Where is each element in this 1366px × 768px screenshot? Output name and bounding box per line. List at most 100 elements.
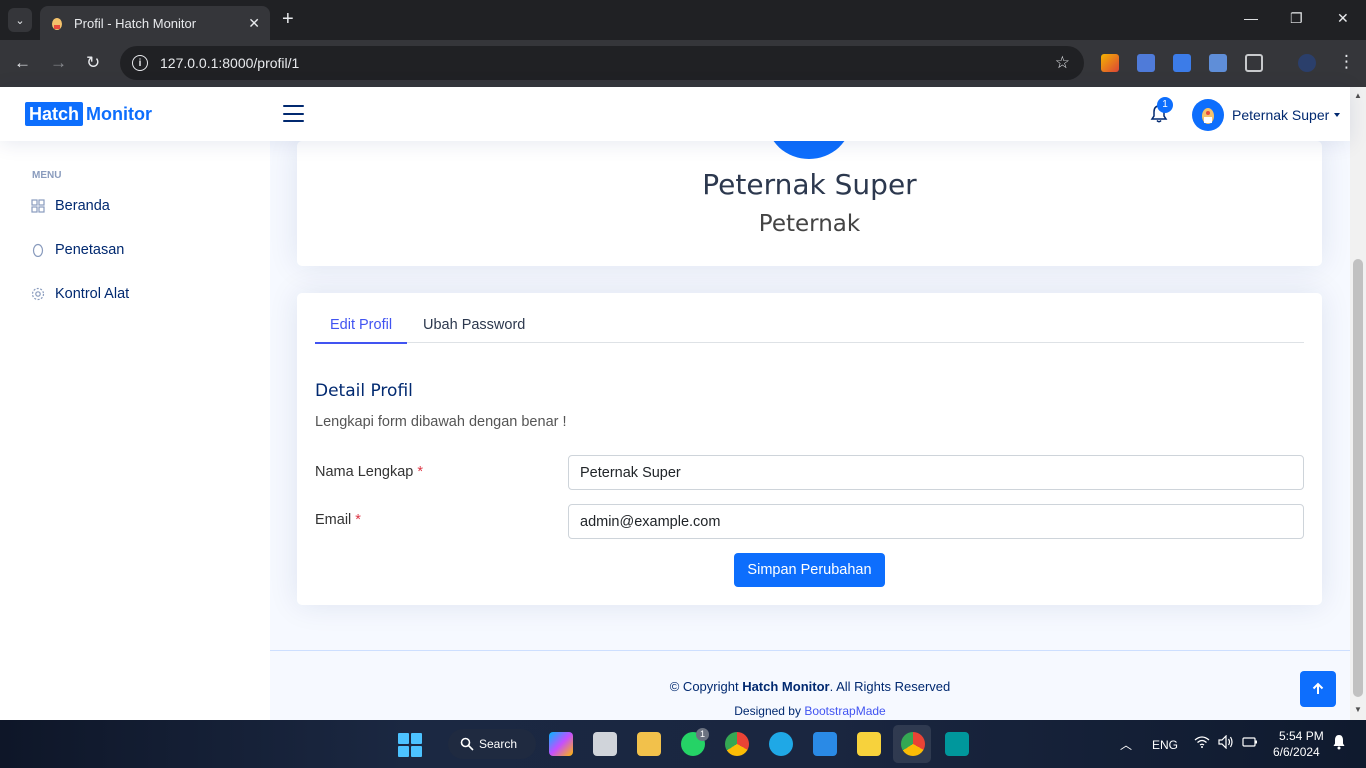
windows-taskbar: Search 1 ︿ ENG 5:54 PM 6/6/2024 — [0, 720, 1366, 768]
new-tab-button[interactable]: + — [282, 9, 294, 29]
main-content: Peternak Super Peternak Edit Profil Ubah… — [270, 141, 1350, 720]
extension-docs-icon[interactable] — [1173, 54, 1191, 72]
vscode-icon[interactable] — [813, 732, 837, 756]
task-view-icon[interactable] — [593, 732, 617, 756]
window-close-icon[interactable]: ✕ — [1337, 10, 1349, 27]
egg-icon — [31, 243, 45, 257]
bookmark-star-icon[interactable]: ☆ — [1055, 53, 1070, 73]
browser-tab-active[interactable]: Profil - Hatch Monitor ✕ — [40, 6, 270, 40]
site-info-icon[interactable]: i — [132, 55, 148, 71]
field-label-text: Nama Lengkap — [315, 464, 414, 480]
edge-icon[interactable] — [769, 732, 793, 756]
page-scrollbar[interactable]: ▲ ▼ — [1350, 87, 1366, 720]
required-mark: * — [417, 464, 424, 480]
browser-tabbar: ⌄ Profil - Hatch Monitor ✕ + — ❐ ✕ — [0, 0, 1366, 40]
extension-pen-icon[interactable] — [1101, 54, 1119, 72]
arrow-up-icon — [1312, 682, 1324, 694]
sidebar-item-label: Beranda — [55, 198, 110, 214]
arduino-icon[interactable] — [945, 732, 969, 756]
copyright-text: © Copyright Hatch Monitor. All Rights Re… — [270, 679, 1350, 694]
browser-profile-icon[interactable] — [1298, 54, 1316, 72]
scrollbar-thumb[interactable] — [1353, 259, 1363, 697]
chrome-icon[interactable] — [725, 732, 749, 756]
profile-role: Peternak — [758, 211, 861, 237]
grid-icon — [31, 199, 45, 213]
notification-center-icon[interactable] — [1332, 734, 1346, 753]
scroll-up-icon[interactable]: ▲ — [1354, 91, 1362, 100]
clock-date[interactable]: 6/6/2024 — [1273, 745, 1320, 759]
browser-toolbar: ← → ↻ i 127.0.0.1:8000/profil/1 ☆ ⋮ — [0, 40, 1366, 87]
language-indicator[interactable]: ENG — [1152, 738, 1178, 752]
sidebar-item-kontrol-alat[interactable]: Kontrol Alat — [31, 286, 129, 302]
copyright-suffix: . All Rights Reserved — [829, 679, 951, 694]
back-to-top-button[interactable] — [1300, 671, 1336, 707]
scroll-down-icon[interactable]: ▼ — [1354, 705, 1362, 714]
tab-title: Profil - Hatch Monitor — [74, 15, 197, 31]
sidebar: MENU Beranda Penetasan Kontrol Alat — [0, 141, 270, 720]
profile-tabs: Edit Profil Ubah Password — [315, 313, 1304, 344]
site-favicon-icon — [50, 16, 64, 30]
email-input[interactable] — [568, 504, 1304, 539]
tray-chevron-up-icon[interactable]: ︿ — [1120, 736, 1132, 753]
url-text: 127.0.0.1:8000/profil/1 — [160, 55, 300, 71]
reload-icon[interactable]: ↻ — [86, 53, 100, 73]
search-icon — [460, 737, 474, 751]
chevron-down-icon — [1334, 113, 1341, 117]
address-bar[interactable]: i 127.0.0.1:8000/profil/1 ☆ — [120, 46, 1084, 80]
tab-edit-profil[interactable]: Edit Profil — [315, 313, 408, 344]
wifi-icon[interactable] — [1194, 736, 1210, 751]
back-icon[interactable]: ← — [14, 53, 31, 73]
copilot-icon[interactable] — [549, 732, 573, 756]
extensions-puzzle-icon[interactable] — [1245, 54, 1263, 72]
nama-lengkap-input[interactable] — [568, 455, 1304, 490]
tab-ubah-password[interactable]: Ubah Password — [408, 313, 540, 344]
search-label: Search — [479, 737, 518, 751]
browser-menu-icon[interactable]: ⋮ — [1338, 52, 1355, 72]
chrome-profile-icon[interactable] — [901, 732, 925, 756]
windows-start-icon[interactable] — [398, 733, 422, 757]
required-mark: * — [355, 512, 361, 528]
clock-time[interactable]: 5:54 PM — [1279, 729, 1324, 743]
user-name: Peternak Super — [1232, 107, 1330, 123]
sidebar-item-label: Kontrol Alat — [55, 286, 130, 302]
profile-summary-card: Peternak Super Peternak — [297, 141, 1322, 266]
app-header: Hatch Monitor 1 Peternak Super — [0, 87, 1350, 141]
volume-icon[interactable] — [1218, 734, 1234, 752]
sidebar-toggle-icon[interactable] — [283, 105, 304, 122]
menu-heading: MENU — [32, 170, 62, 181]
email-label: Email * — [315, 512, 361, 528]
profile-avatar — [767, 141, 851, 159]
gear-icon — [31, 287, 45, 301]
user-profile-dropdown[interactable]: Peternak Super — [1192, 99, 1341, 131]
bootstrapmade-link[interactable]: BootstrapMade — [804, 704, 885, 718]
app-logo[interactable]: Hatch Monitor — [25, 102, 152, 126]
sidebar-item-label: Penetasan — [55, 242, 125, 258]
notification-count-badge: 1 — [1157, 97, 1173, 113]
copyright-prefix: © Copyright — [669, 679, 739, 694]
nama-lengkap-label: Nama Lengkap * — [315, 464, 423, 480]
whatsapp-badge: 1 — [696, 728, 709, 741]
designed-by-text: Designed by BootstrapMade — [270, 704, 1350, 718]
extension-capture-icon[interactable] — [1209, 54, 1227, 72]
section-title: Detail Profil — [315, 381, 413, 401]
footer: © Copyright Hatch Monitor. All Rights Re… — [270, 650, 1350, 720]
tab-search-button[interactable]: ⌄ — [8, 8, 32, 32]
restore-icon[interactable]: ❐ — [1290, 10, 1303, 27]
section-description: Lengkapi form dibawah dengan benar ! — [315, 414, 567, 430]
forward-icon[interactable]: → — [50, 53, 67, 73]
sticky-notes-icon[interactable] — [857, 732, 881, 756]
avatar — [1192, 99, 1224, 131]
extension-window-icon[interactable] — [1137, 54, 1155, 72]
field-label-text: Email — [315, 512, 352, 528]
sidebar-item-beranda[interactable]: Beranda — [31, 198, 110, 214]
taskbar-search[interactable]: Search — [448, 729, 536, 759]
sidebar-item-penetasan[interactable]: Penetasan — [31, 242, 124, 258]
minimize-icon[interactable]: — — [1244, 10, 1258, 26]
battery-icon[interactable] — [1242, 736, 1258, 751]
profile-name: Peternak Super — [702, 168, 917, 201]
save-changes-button[interactable]: Simpan Perubahan — [734, 553, 885, 587]
edit-profile-card: Edit Profil Ubah Password Detail Profil … — [297, 293, 1322, 605]
tab-close-icon[interactable]: ✕ — [248, 15, 260, 32]
file-explorer-icon[interactable] — [637, 732, 661, 756]
copyright-brand: Hatch Monitor — [742, 679, 830, 694]
